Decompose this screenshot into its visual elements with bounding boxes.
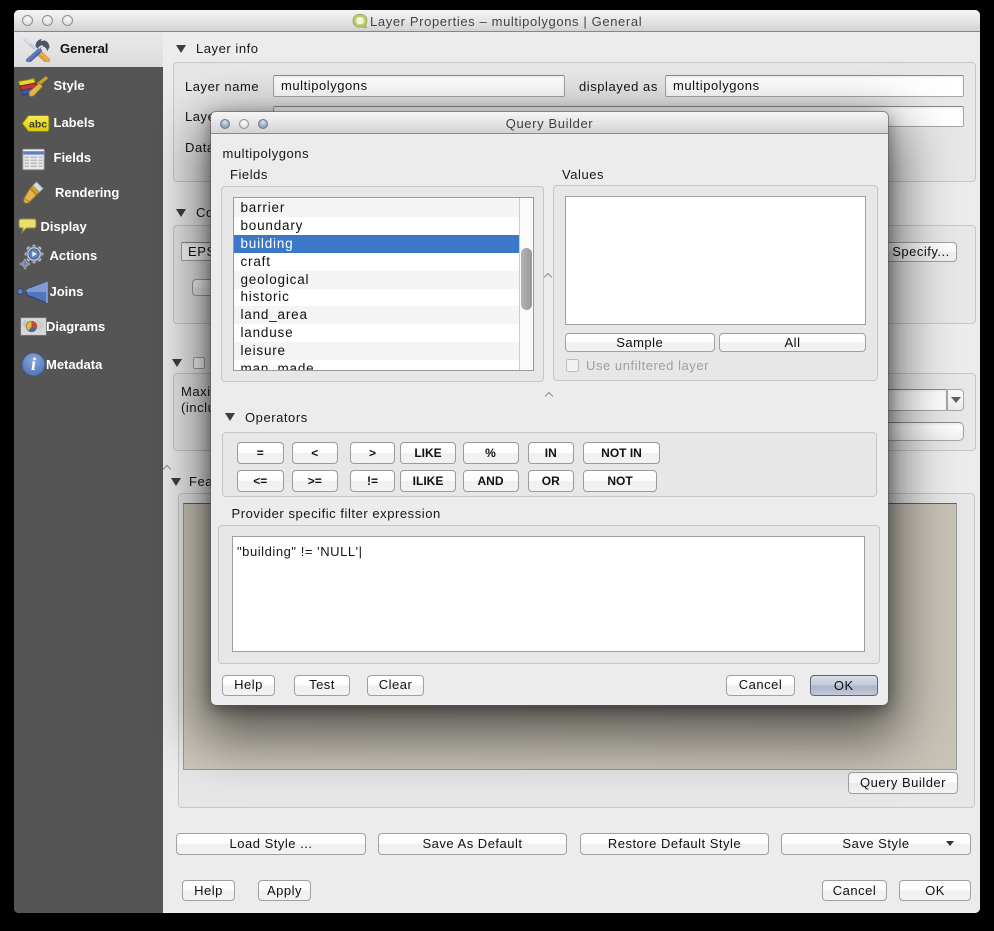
svg-text:abc: abc	[29, 118, 47, 130]
svg-text:i: i	[30, 354, 35, 374]
